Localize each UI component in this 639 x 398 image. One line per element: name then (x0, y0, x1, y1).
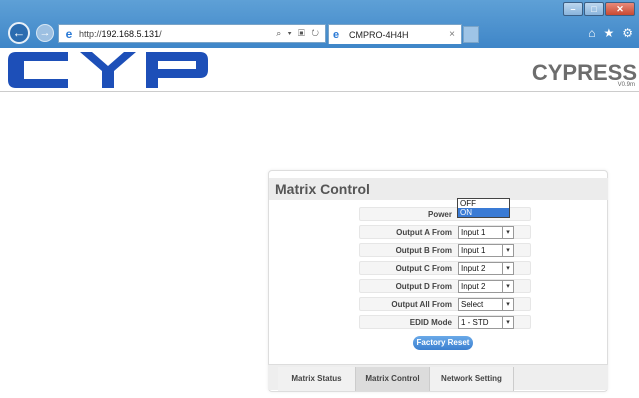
tab-matrix-status[interactable]: Matrix Status (278, 367, 356, 391)
output-all-label: Output All From (391, 300, 452, 309)
address-bar[interactable]: e http://192.168.5.131/ ⌕ ▾ ▣ ↻ (58, 24, 326, 43)
output-c-row: Output C From Input 2 ▾ (359, 261, 531, 275)
url-prefix: http:// (79, 28, 102, 39)
power-dropdown[interactable]: OFF ON (457, 198, 510, 218)
output-c-label: Output C From (395, 264, 452, 273)
chevron-down-icon[interactable]: ▾ (502, 299, 513, 310)
star-icon[interactable]: ★ (603, 26, 614, 40)
tab-matrix-control[interactable]: Matrix Control (356, 367, 430, 391)
bottom-tab-bar: Matrix Status Matrix Control Network Set… (268, 364, 608, 391)
maximize-button[interactable]: □ (584, 2, 604, 16)
url-suffix: / (159, 28, 162, 39)
close-button[interactable]: ✕ (605, 2, 635, 16)
output-a-row: Output A From Input 1 ▾ (359, 225, 531, 239)
output-b-label: Output B From (395, 246, 452, 255)
version-label: V0.9m (617, 82, 635, 88)
output-d-label: Output D From (395, 282, 452, 291)
tab-ie-icon: e (333, 28, 340, 41)
output-all-row: Output All From Select ▾ (359, 297, 531, 311)
home-icon[interactable]: ⌂ (588, 26, 595, 40)
ie-icon: e (65, 26, 73, 41)
chevron-down-icon[interactable]: ▾ (502, 281, 513, 292)
edid-mode-row: EDID Mode 1 - STD ▾ (359, 315, 531, 329)
power-option-off[interactable]: OFF (458, 199, 509, 208)
gear-icon[interactable]: ⚙ (622, 26, 633, 40)
window-controls: – □ ✕ (563, 2, 635, 16)
output-all-select[interactable]: Select ▾ (458, 298, 514, 311)
tab-network-setting[interactable]: Network Setting (430, 367, 514, 391)
output-a-label: Output A From (396, 228, 452, 237)
output-c-select[interactable]: Input 2 ▾ (458, 262, 514, 275)
output-b-select[interactable]: Input 1 ▾ (458, 244, 514, 257)
tab-title: CMPRO-4H4H (349, 29, 409, 40)
url-host: 192.168.5.131 (101, 28, 160, 39)
power-label: Power (427, 210, 452, 219)
output-a-select[interactable]: Input 1 ▾ (458, 226, 514, 239)
address-tools-icon[interactable]: ⌕ ▾ ▣ ↻ (276, 28, 321, 39)
tab-close-icon[interactable]: × (449, 29, 455, 40)
edid-mode-label: EDID Mode (409, 318, 452, 327)
back-arrow-icon[interactable]: ← (8, 22, 30, 44)
panel-title: Matrix Control (269, 178, 608, 200)
chevron-down-icon[interactable]: ▾ (502, 227, 513, 238)
factory-reset-button[interactable]: Factory Reset (413, 336, 473, 350)
output-d-row: Output D From Input 2 ▾ (359, 279, 531, 293)
power-option-on[interactable]: ON (458, 208, 509, 217)
minimize-button[interactable]: – (563, 2, 583, 16)
chevron-down-icon[interactable]: ▾ (502, 245, 513, 256)
chevron-down-icon[interactable]: ▾ (502, 263, 513, 274)
browser-tab[interactable]: e CMPRO-4H4H × (328, 24, 462, 44)
output-d-select[interactable]: Input 2 ▾ (458, 280, 514, 293)
matrix-control-panel: Matrix Control Power Output A From Input… (268, 170, 608, 392)
forward-arrow-icon[interactable]: → (36, 24, 54, 42)
edid-mode-select[interactable]: 1 - STD ▾ (458, 316, 514, 329)
chevron-down-icon[interactable]: ▾ (502, 317, 513, 328)
browser-chrome: – □ ✕ ← → e http://192.168.5.131/ ⌕ ▾ ▣ … (0, 0, 639, 48)
output-b-row: Output B From Input 1 ▾ (359, 243, 531, 257)
cyp-logo (8, 52, 208, 88)
new-tab-button[interactable] (463, 26, 479, 43)
toolbar-icons: ⌂ ★ ⚙ (588, 26, 633, 40)
url-text[interactable]: http://192.168.5.131/ (79, 29, 276, 39)
